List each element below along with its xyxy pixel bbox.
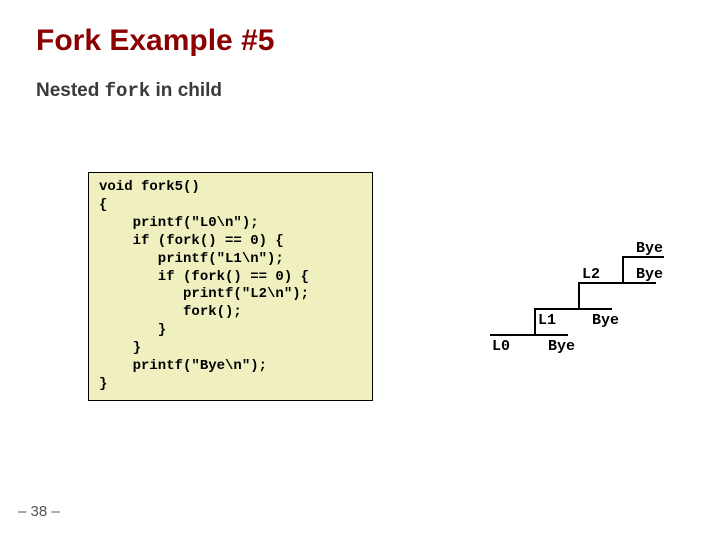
slide-title: Fork Example #5 <box>36 24 684 58</box>
label-l0: L0 <box>492 338 510 355</box>
code-block: void fork5() { printf("L0\n"); if (fork(… <box>88 172 373 401</box>
slide-subtitle: Nested fork in child <box>36 80 684 102</box>
label-l2: L2 <box>582 266 600 283</box>
subtitle-code: fork <box>105 80 151 102</box>
subtitle-suffix: in child <box>150 80 222 101</box>
label-bye3: Bye <box>636 240 663 257</box>
label-l1: L1 <box>538 312 556 329</box>
label-bye0: Bye <box>548 338 575 355</box>
subtitle-prefix: Nested <box>36 80 105 101</box>
slide: Fork Example #5 Nested fork in child voi… <box>0 0 720 540</box>
label-bye2: Bye <box>636 266 663 283</box>
page-number: – 38 – <box>18 503 60 520</box>
label-bye1: Bye <box>592 312 619 329</box>
